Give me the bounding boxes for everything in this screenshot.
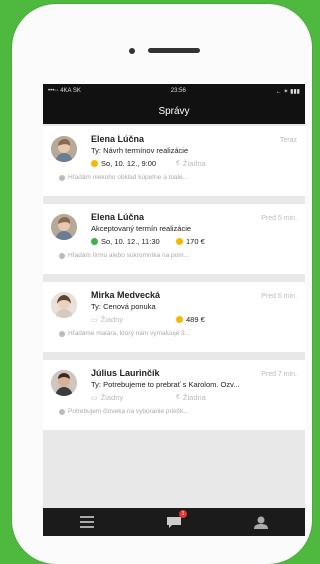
- location-icon: [59, 408, 65, 415]
- app-screen: •••◦◦ 4KA SK 23:56 ← ✶ ▮▮▮ Správy Elena …: [43, 84, 305, 536]
- message-subject: Ty: Potrebujeme to prebrať s Karolom. Oz…: [91, 380, 240, 389]
- sender-name: Mirka Medvecká: [91, 290, 161, 300]
- avatar: [51, 136, 77, 162]
- status-dot-icon: [91, 238, 98, 245]
- price-value: 170 €: [186, 237, 205, 246]
- tab-messages[interactable]: 1: [159, 510, 189, 532]
- avatar: [51, 214, 77, 240]
- euro-icon: €: [176, 394, 180, 401]
- date-value: So, 10. 12., 11:30: [101, 237, 160, 246]
- list-icon: [79, 516, 94, 528]
- calendar-icon: ▭: [91, 316, 98, 324]
- sender-name: Elena Lúčna: [91, 134, 145, 144]
- navigation-bar: Správy: [43, 98, 305, 124]
- message-time: Pred 6 min.: [261, 293, 297, 300]
- message-list[interactable]: Elena Lúčna Teraz Ty: Návrh termínov rea…: [43, 124, 305, 430]
- message-time: Pred 7 min.: [261, 371, 297, 378]
- date-value: So, 10. 12., 9:00: [101, 159, 157, 168]
- phone-frame: •••◦◦ 4KA SK 23:56 ← ✶ ▮▮▮ Správy Elena …: [12, 4, 312, 564]
- page-title: Správy: [158, 105, 190, 117]
- location-icon: [59, 174, 65, 181]
- sender-name: Július Laurinčík: [91, 368, 160, 378]
- location-icon: [59, 252, 65, 259]
- status-icons: ← ✶ ▮▮▮: [275, 88, 300, 95]
- euro-icon: €: [176, 160, 180, 167]
- price-status-icon: [176, 316, 183, 323]
- tab-list[interactable]: [72, 512, 102, 532]
- message-preview: Hľadám firmu alebo súkromníka na pom...: [68, 252, 190, 259]
- date-value: Žiadny: [100, 393, 124, 402]
- carrier-label: •••◦◦ 4KA SK: [48, 88, 81, 94]
- status-bar: •••◦◦ 4KA SK 23:56 ← ✶ ▮▮▮: [43, 84, 305, 98]
- status-dot-icon: [91, 160, 98, 167]
- calendar-icon: ▭: [91, 394, 98, 402]
- message-item[interactable]: Mirka Medvecká Pred 6 min. Ty: Cenová po…: [43, 282, 305, 352]
- message-item[interactable]: Július Laurinčík Pred 7 min. Ty: Potrebu…: [43, 360, 305, 430]
- unread-badge: 1: [178, 510, 187, 518]
- message-item[interactable]: Elena Lúčna Pred 5 min. Akceptovaný term…: [43, 204, 305, 274]
- message-subject: Ty: Návrh termínov realizácie: [91, 146, 189, 155]
- avatar: [51, 370, 77, 396]
- message-time: Teraz: [279, 137, 297, 144]
- earpiece-speaker: [148, 48, 200, 53]
- tab-profile[interactable]: [246, 512, 276, 532]
- message-subject: Ty: Cenová ponuka: [91, 302, 156, 311]
- profile-icon: [254, 516, 269, 529]
- price-value: Žiadna: [182, 159, 206, 168]
- price-value: 489 €: [186, 315, 205, 324]
- message-preview: Hľadáme malára, ktorý nám vymalúuje 3...: [68, 330, 191, 337]
- message-subject: Akceptovaný termín realizácie: [91, 224, 192, 233]
- clock: 23:56: [170, 88, 186, 94]
- price-status-icon: [176, 238, 183, 245]
- price-value: Žiadna: [182, 393, 206, 402]
- message-time: Pred 5 min.: [261, 215, 297, 222]
- chat-icon: [166, 516, 181, 528]
- location-icon: [59, 330, 65, 337]
- message-preview: Hľadám niekoho obklad kúpeľne a toale...: [68, 174, 189, 181]
- message-item[interactable]: Elena Lúčna Teraz Ty: Návrh termínov rea…: [43, 126, 305, 196]
- avatar: [51, 292, 77, 318]
- date-value: Žiadny: [100, 315, 124, 324]
- sender-name: Elena Lúčna: [91, 212, 145, 222]
- front-camera: [129, 48, 135, 54]
- message-preview: Potrebujem človeka na vybúranie priečk..…: [68, 408, 189, 415]
